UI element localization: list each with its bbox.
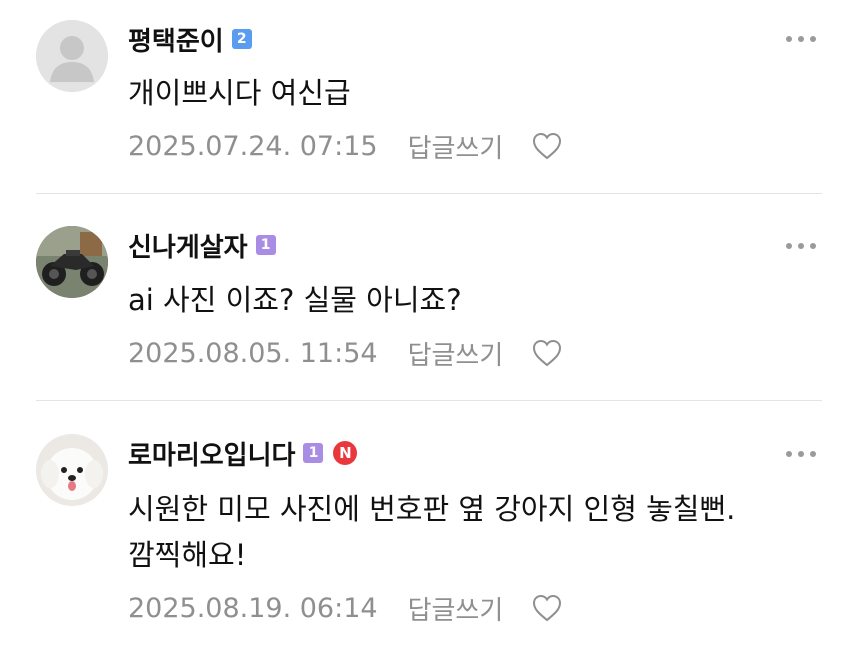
heart-icon[interactable] — [531, 131, 563, 161]
comment-text: 시원한 미모 사진에 번호판 옆 강아지 인형 놓칠뻔. 깜찍해요! — [128, 486, 735, 578]
comment-text-line: 깜찍해요! — [128, 538, 247, 572]
more-options-icon[interactable] — [786, 34, 816, 44]
timestamp: 2025.08.19. 06:14 — [128, 592, 378, 624]
motorcycle-photo-icon — [36, 226, 108, 298]
timestamp: 2025.07.24. 07:15 — [128, 130, 378, 162]
more-options-icon[interactable] — [786, 449, 816, 459]
level-badge: 2 — [231, 29, 252, 49]
default-profile-silhouette-icon — [36, 20, 108, 92]
heart-icon[interactable] — [531, 593, 563, 623]
comment-text: 개이쁘시다 여신급 — [128, 70, 351, 116]
level-badge: 1 — [255, 235, 276, 255]
avatar[interactable] — [36, 226, 108, 298]
nickname[interactable]: 신나게살자 — [128, 227, 248, 264]
timestamp: 2025.08.05. 11:54 — [128, 337, 378, 369]
comment-meta: 2025.08.19. 06:14 답글쓰기 — [128, 588, 563, 628]
heart-icon[interactable] — [531, 338, 563, 368]
white-puppy-photo-icon — [36, 434, 108, 506]
comment-author[interactable]: 신나게살자 1 — [128, 226, 276, 264]
new-badge: N — [333, 441, 358, 465]
comment-author[interactable]: 평택준이 2 — [128, 20, 252, 58]
divider — [36, 193, 822, 194]
comment-meta: 2025.08.05. 11:54 답글쓰기 — [128, 333, 563, 373]
comment-text-line: ai 사진 이죠? 실물 아니죠? — [128, 283, 462, 317]
nickname[interactable]: 로마리오입니다 — [128, 435, 295, 472]
level-badge: 1 — [303, 443, 324, 463]
avatar[interactable] — [36, 434, 108, 506]
nickname[interactable]: 평택준이 — [128, 21, 224, 58]
reply-button[interactable]: 답글쓰기 — [408, 128, 504, 165]
avatar[interactable] — [36, 20, 108, 92]
reply-button[interactable]: 답글쓰기 — [408, 590, 504, 627]
comment-text: ai 사진 이죠? 실물 아니죠? — [128, 277, 462, 323]
reply-button[interactable]: 답글쓰기 — [408, 335, 504, 372]
comment-meta: 2025.07.24. 07:15 답글쓰기 — [128, 126, 563, 166]
divider — [36, 400, 822, 401]
comment-text-line: 시원한 미모 사진에 번호판 옆 강아지 인형 놓칠뻔. — [128, 492, 736, 526]
comment-text-line: 개이쁘시다 여신급 — [128, 76, 351, 110]
more-options-icon[interactable] — [786, 241, 816, 251]
comment-author[interactable]: 로마리오입니다 1 N — [128, 434, 358, 472]
